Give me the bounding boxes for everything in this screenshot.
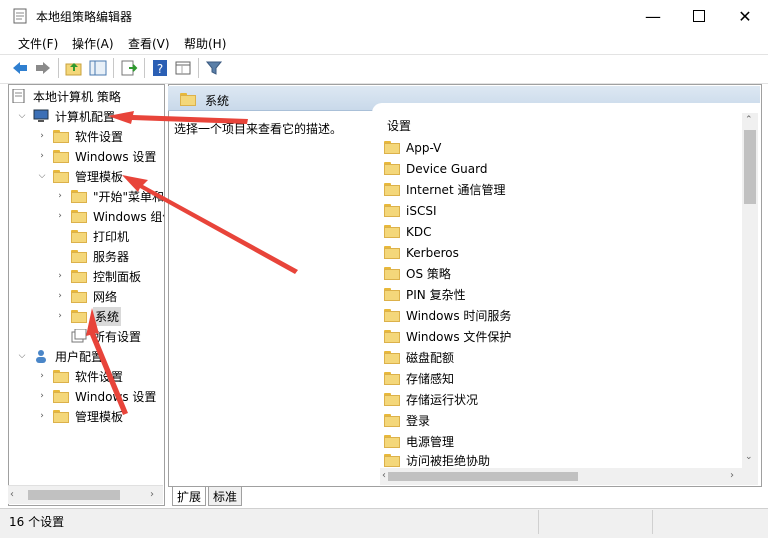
- arrow-to-computer-config: [108, 111, 248, 124]
- arrow-to-system: [86, 308, 128, 415]
- arrow-to-admin-templates: [122, 175, 298, 274]
- annotation-arrows: [86, 111, 298, 415]
